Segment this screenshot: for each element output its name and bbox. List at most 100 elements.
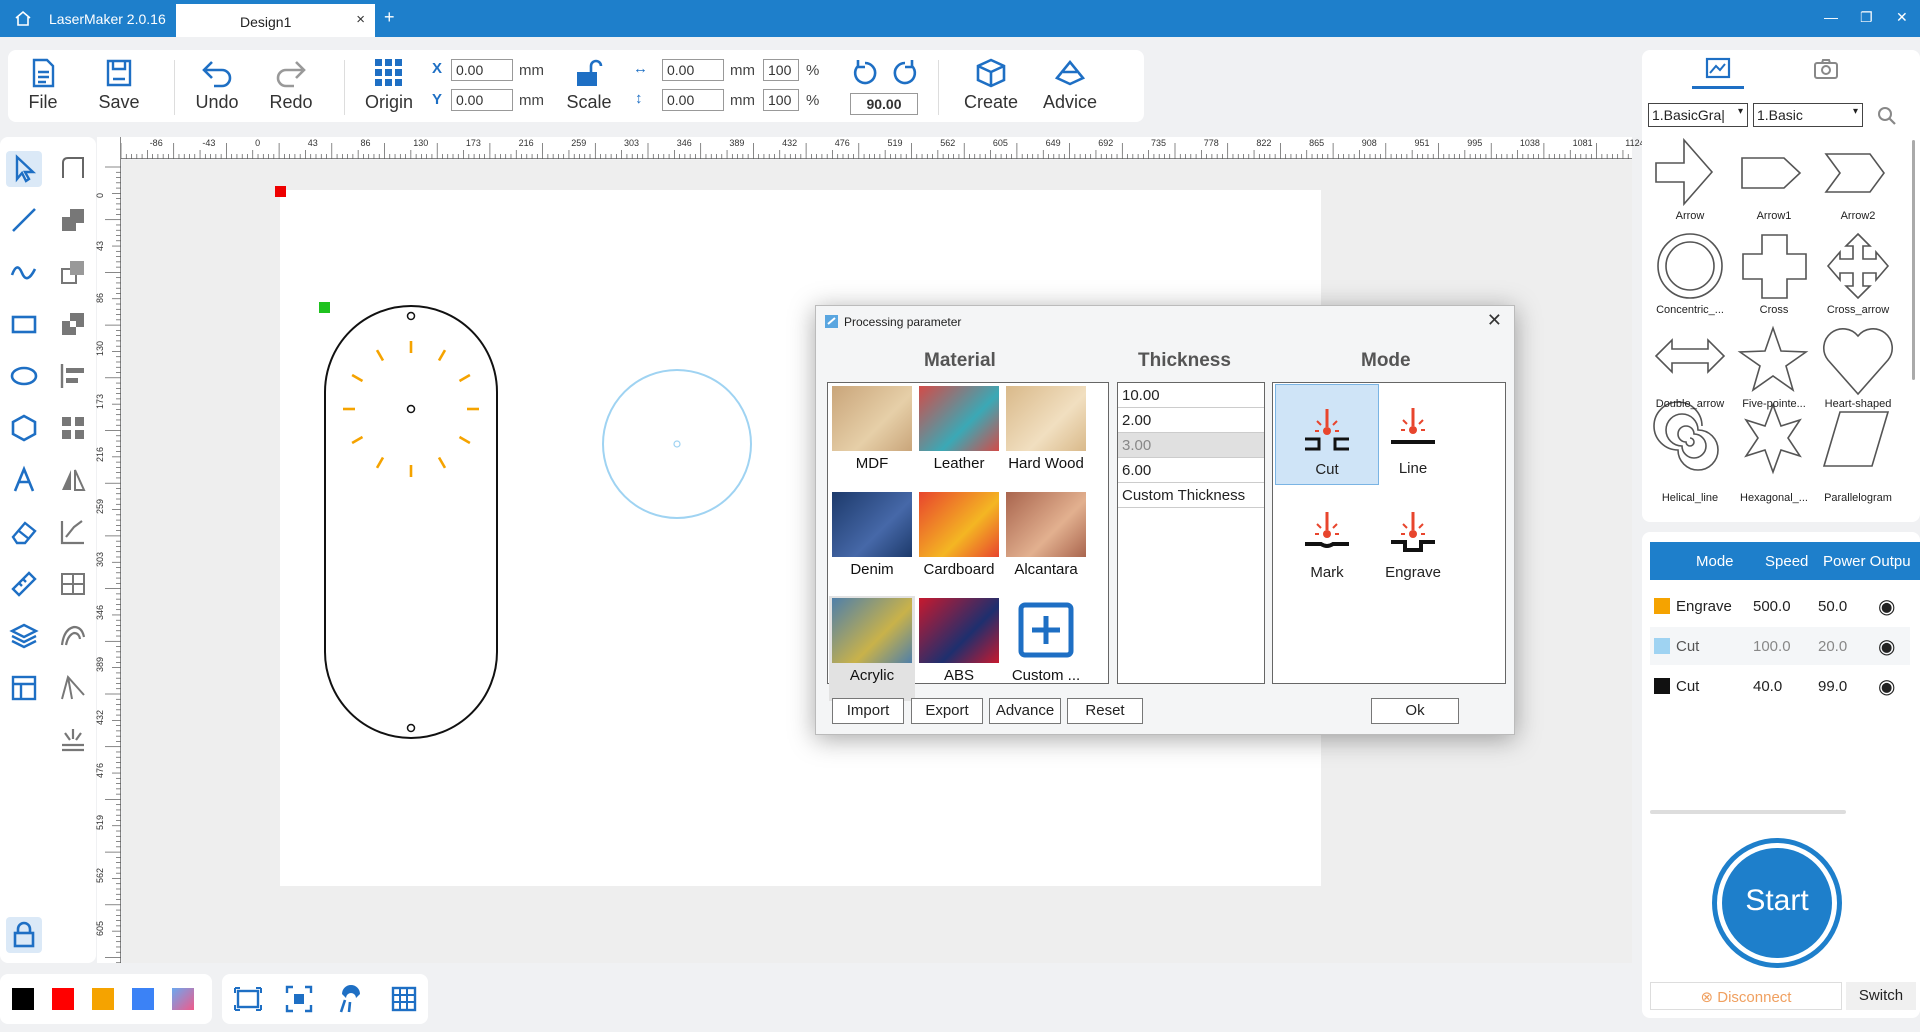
thickness-item[interactable]: Custom Thickness xyxy=(1118,483,1264,508)
start-button[interactable]: Start xyxy=(1712,838,1842,968)
reset-button[interactable]: Reset xyxy=(1067,698,1143,724)
minimize-icon[interactable]: — xyxy=(1824,9,1838,25)
double-arrow-thumb[interactable] xyxy=(1654,338,1726,374)
scale-button[interactable]: Scale xyxy=(554,58,624,113)
material-item[interactable]: Leather xyxy=(916,384,1002,489)
thickness-item[interactable]: 3.00 xyxy=(1118,433,1264,458)
width-input[interactable]: 0.00 xyxy=(662,59,724,81)
y-input[interactable]: 0.00 xyxy=(451,89,513,111)
lock-icon[interactable] xyxy=(9,920,39,950)
eye-icon[interactable]: ◉ xyxy=(1878,634,1895,659)
layer-power[interactable]: 20.0 xyxy=(1818,638,1847,655)
eye-icon[interactable]: ◉ xyxy=(1878,674,1895,699)
cut-circle-shape[interactable] xyxy=(602,369,752,519)
rotate-ccw-icon[interactable] xyxy=(850,58,880,88)
cross-shape-thumb[interactable] xyxy=(1742,234,1807,299)
close-window-icon[interactable]: ✕ xyxy=(1896,9,1908,26)
layer-power[interactable]: 99.0 xyxy=(1818,678,1847,695)
helical-line-thumb[interactable] xyxy=(1653,401,1719,471)
material-item[interactable]: Denim xyxy=(829,490,915,595)
undo-button[interactable]: Undo xyxy=(182,58,252,113)
layer-row[interactable]: Cut 100.0 20.0 ◉ xyxy=(1650,627,1910,665)
x-input[interactable]: 0.00 xyxy=(451,59,513,81)
advance-button[interactable]: Advance xyxy=(989,698,1061,724)
boolean-intersect-icon[interactable] xyxy=(58,309,88,339)
text-tool-icon[interactable] xyxy=(9,465,39,495)
layer-row[interactable]: Engrave 500.0 50.0 ◉ xyxy=(1650,587,1910,625)
subcategory-select[interactable]: 1.Basic ▾ xyxy=(1753,103,1863,127)
dialog-close-icon[interactable]: ✕ xyxy=(1487,310,1502,331)
width-percent-input[interactable]: 100 xyxy=(763,59,799,81)
ok-button[interactable]: Ok xyxy=(1371,698,1459,724)
maximize-icon[interactable]: ❐ xyxy=(1860,9,1873,26)
file-button[interactable]: File xyxy=(8,58,78,113)
mirror-icon[interactable] xyxy=(58,465,88,495)
redo-button[interactable]: Redo xyxy=(256,58,326,113)
material-item[interactable]: Hard Wood xyxy=(1003,384,1089,489)
layer-power[interactable]: 50.0 xyxy=(1818,598,1847,615)
thickness-item[interactable]: 2.00 xyxy=(1118,408,1264,433)
palette-swatch[interactable] xyxy=(92,988,114,1010)
layer-color-swatch[interactable] xyxy=(1654,678,1670,694)
search-icon[interactable] xyxy=(1877,106,1897,126)
shape-library-tab-icon[interactable] xyxy=(1704,56,1732,82)
align-left-icon[interactable] xyxy=(58,361,88,391)
laser-spark-icon[interactable] xyxy=(58,725,88,755)
eye-icon[interactable]: ◉ xyxy=(1878,594,1895,619)
split-icon[interactable] xyxy=(58,569,88,599)
boolean-subtract-icon[interactable] xyxy=(58,257,88,287)
concentric-outer-thumb[interactable] xyxy=(1657,233,1723,299)
new-tab-icon[interactable]: + xyxy=(384,7,395,28)
parallelogram-thumb[interactable] xyxy=(1822,411,1890,467)
eraser-icon[interactable] xyxy=(9,517,39,547)
concentric-inner-thumb[interactable] xyxy=(1665,241,1715,291)
cross-arrow-thumb[interactable] xyxy=(1826,232,1890,300)
layers-icon[interactable] xyxy=(9,621,39,651)
heart-thumb[interactable] xyxy=(1823,327,1893,396)
material-item[interactable]: Custom ... xyxy=(1003,596,1089,701)
arrow-shape-thumb[interactable] xyxy=(1655,137,1714,207)
capsule-shape[interactable] xyxy=(324,305,498,739)
material-item[interactable]: Acrylic xyxy=(829,596,915,701)
disconnect-button[interactable]: ⊗ Disconnect xyxy=(1650,982,1842,1010)
height-input[interactable]: 0.00 xyxy=(662,89,724,111)
array-icon[interactable] xyxy=(58,413,88,443)
arrow2-shape-thumb[interactable] xyxy=(1824,153,1885,193)
layer-color-swatch[interactable] xyxy=(1654,638,1670,654)
save-button[interactable]: Save xyxy=(84,58,154,113)
palette-swatch[interactable] xyxy=(52,988,74,1010)
laser-path-icon[interactable] xyxy=(58,673,88,703)
create-button[interactable]: Create xyxy=(956,58,1026,113)
home-icon[interactable] xyxy=(14,10,32,26)
layer-speed[interactable]: 500.0 xyxy=(1753,598,1791,615)
palette-swatch[interactable] xyxy=(12,988,34,1010)
ellipse-tool-icon[interactable] xyxy=(9,361,39,391)
grid-toggle-icon[interactable] xyxy=(389,984,419,1014)
material-item[interactable]: Alcantara xyxy=(1003,490,1089,595)
switch-button[interactable]: Switch xyxy=(1846,982,1916,1010)
close-tab-icon[interactable]: × xyxy=(356,11,365,28)
palette-swatch[interactable] xyxy=(172,988,194,1010)
category-select[interactable]: 1.BasicGra| ▾ xyxy=(1648,103,1748,127)
chart-edit-icon[interactable] xyxy=(58,517,88,547)
boolean-union-icon[interactable] xyxy=(58,205,88,235)
five-pointed-thumb[interactable] xyxy=(1737,325,1809,392)
fit-page-icon[interactable] xyxy=(233,984,263,1014)
origin-button[interactable]: Origin xyxy=(354,58,424,113)
camera-tab-icon[interactable] xyxy=(1812,56,1840,82)
magnet-icon[interactable] xyxy=(336,984,366,1014)
material-item[interactable]: Cardboard xyxy=(916,490,1002,595)
library-scrollbar[interactable] xyxy=(1912,140,1915,380)
layer-row[interactable]: Cut 40.0 99.0 ◉ xyxy=(1650,667,1910,705)
layers-scrollbar[interactable] xyxy=(1650,810,1846,814)
curve-tool-icon[interactable] xyxy=(9,257,39,287)
import-button[interactable]: Import xyxy=(832,698,904,724)
export-button[interactable]: Export xyxy=(911,698,983,724)
height-percent-input[interactable]: 100 xyxy=(763,89,799,111)
rectangle-tool-icon[interactable] xyxy=(9,309,39,339)
material-item[interactable]: MDF xyxy=(829,384,915,489)
palette-swatch[interactable] xyxy=(132,988,154,1010)
advice-button[interactable]: Advice xyxy=(1035,58,1105,113)
layout-icon[interactable] xyxy=(9,673,39,703)
material-item[interactable]: ABS xyxy=(916,596,1002,701)
